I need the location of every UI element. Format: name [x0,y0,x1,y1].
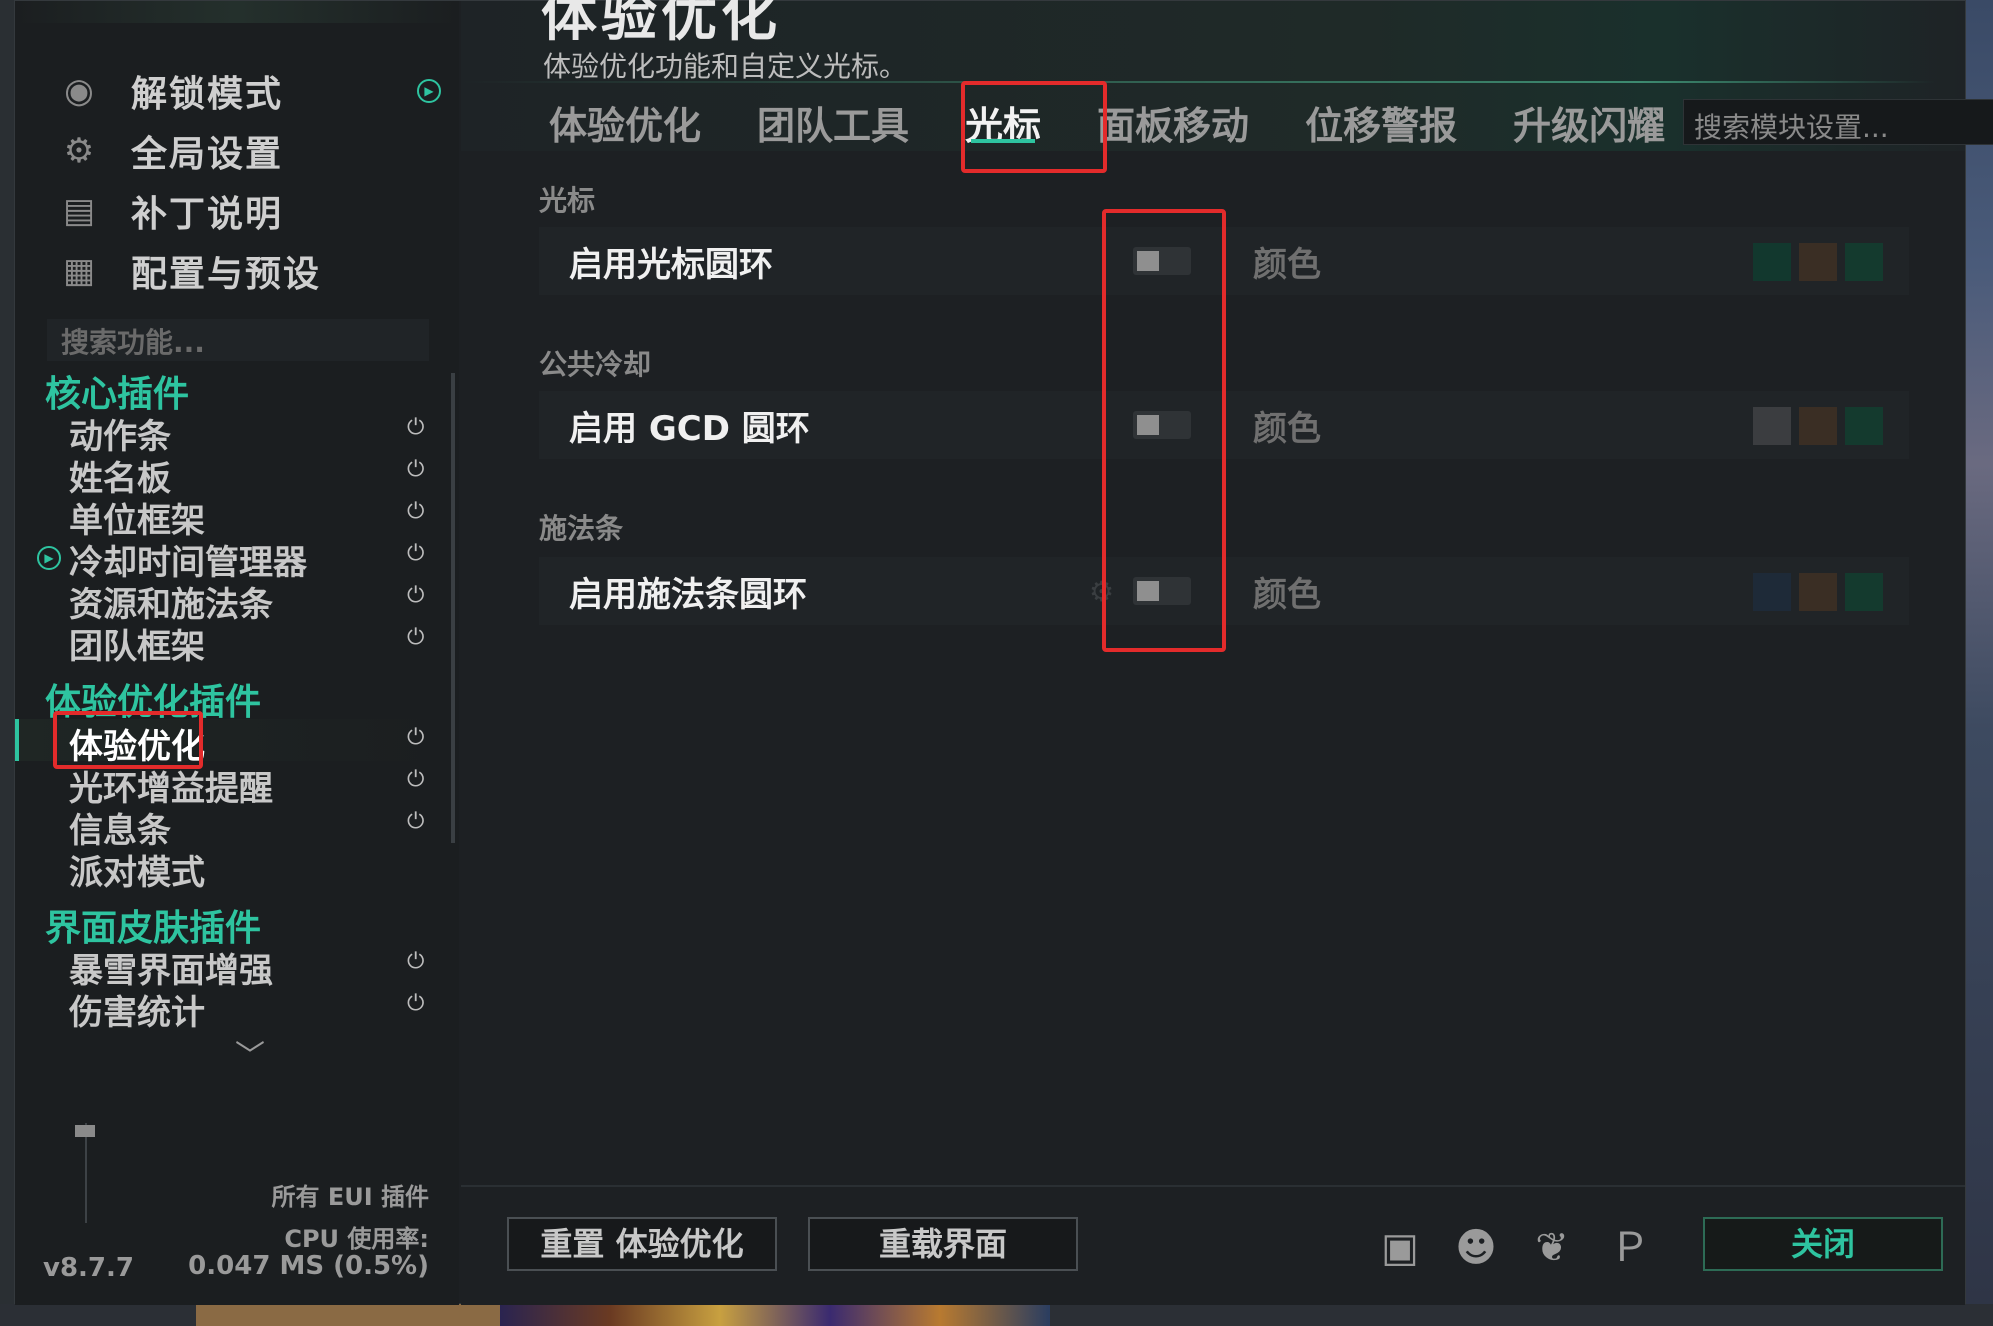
nav-global-settings[interactable]: ⚙ 全局设置 [59,121,321,181]
grid-icon: ▦ [62,251,96,291]
color-swatch[interactable] [1753,243,1791,281]
plugin-item-raidframes[interactable]: 团队框架 ⏻ [15,619,445,667]
plugin-item-unitframes[interactable]: 单位框架 ⏻ [15,493,445,541]
donate-icon[interactable]: ❦ [1527,1223,1577,1273]
power-icon[interactable]: ⏻ [407,725,424,750]
power-icon[interactable]: ⏻ [407,583,424,608]
color-swatch[interactable] [1799,573,1837,611]
gcd-ring-toggle[interactable] [1133,411,1191,439]
color-swatch[interactable] [1753,573,1791,611]
plugin-item-resources[interactable]: 资源和施法条 ⏻ [15,577,445,625]
reload-ui-button[interactable]: 重载界面 [808,1217,1078,1271]
power-icon[interactable]: ⏻ [407,541,424,566]
footer-all-plugins: 所有 EUI 插件 [271,1183,429,1211]
unlock-mode-icon: ◉ [64,71,94,111]
scale-slider-track[interactable] [85,1123,87,1223]
tab-movement-alert[interactable]: 位移警报 [1277,87,1485,157]
setting-row-castbar-ring: 启用施法条圆环 ⚙ 颜色 [539,557,1909,625]
version-label: v8.7.7 [43,1253,134,1283]
chevron-down-icon[interactable]: ﹀ [235,1031,265,1075]
game-background-right [1965,0,1993,1326]
plugin-item-party-mode[interactable]: 派对模式 [15,845,445,893]
plugin-item-infobar[interactable]: 信息条 ⏻ [15,803,445,851]
tab-bar: 体验优化 团队工具 光标 面板移动 位移警报 升级闪耀 [521,87,1693,157]
game-background-bottom [0,1304,1993,1326]
power-icon[interactable]: ⏻ [407,625,424,650]
setting-row-cursor-ring: 启用光标圆环 颜色 [539,227,1909,295]
section-title-cursor: 光标 [539,184,596,217]
twitch-icon[interactable]: ▣ [1375,1223,1425,1273]
sidebar-scrollbar[interactable] [451,373,455,843]
close-button[interactable]: 关闭 [1703,1217,1943,1271]
unlock-mode-play-icon[interactable]: ▶ [417,79,441,103]
color-swatches [1753,573,1883,611]
cursor-ring-toggle[interactable] [1133,247,1191,275]
power-icon[interactable]: ⏻ [407,767,424,792]
sidebar-search-input[interactable]: 搜索功能... [47,319,429,361]
color-swatch[interactable] [1845,407,1883,445]
paypal-icon[interactable]: Ｐ [1605,1223,1655,1273]
category-qol: 体验优化插件 [45,682,262,723]
power-icon[interactable]: ⏻ [407,499,424,524]
color-swatch[interactable] [1845,573,1883,611]
page-subtitle: 体验优化功能和自定义光标。 [543,50,908,83]
color-label: 颜色 [1253,575,1321,615]
options-window: ◉ 解锁模式 ⚙ 全局设置 ▤ 补丁说明 ▦ 配置与预设 ▶ 搜索功能... 核… [14,0,1993,1305]
notes-icon: ▤ [62,191,96,231]
tab-raid-tools[interactable]: 团队工具 [729,87,937,157]
setting-row-gcd-ring: 启用 GCD 圆环 颜色 [539,391,1909,459]
power-icon[interactable]: ⏻ [407,949,424,974]
plugin-item-aura-reminder[interactable]: 光环增益提醒 ⏻ [15,761,445,809]
tab-panel-move[interactable]: 面板移动 [1069,87,1277,157]
power-icon[interactable]: ⏻ [407,991,424,1016]
color-swatch[interactable] [1753,407,1791,445]
color-swatches [1753,407,1883,445]
plugin-item-cooldown-manager[interactable]: ▶ 冷却时间管理器 ⏻ [15,535,445,583]
color-swatches [1753,243,1883,281]
gear-icon[interactable]: ⚙ [1089,575,1119,608]
nav-profiles[interactable]: ▦ 配置与预设 [59,241,321,301]
discord-icon[interactable]: ☻ [1451,1223,1501,1273]
setting-label: 启用光标圆环 [569,245,773,285]
content-panel: 体验优化 体验优化功能和自定义光标。 体验优化 团队工具 光标 面板移动 位移警… [461,0,1993,1305]
tab-cursor[interactable]: 光标 [937,87,1069,157]
color-swatch[interactable] [1799,243,1837,281]
module-search-input[interactable]: 搜索模块设置... [1683,99,1993,145]
color-label: 颜色 [1253,409,1321,449]
tab-qol[interactable]: 体验优化 [521,87,729,157]
play-icon[interactable]: ▶ [37,546,61,570]
scale-slider-knob[interactable] [75,1125,95,1137]
section-title-castbar: 施法条 [539,512,624,545]
sidebar: ◉ 解锁模式 ⚙ 全局设置 ▤ 补丁说明 ▦ 配置与预设 ▶ 搜索功能... 核… [15,1,459,1305]
power-icon[interactable]: ⏻ [407,809,424,834]
color-swatch[interactable] [1799,407,1837,445]
castbar-ring-toggle[interactable] [1133,577,1191,605]
footer-cpu-value: 0.047 MS (0.5%) [188,1251,429,1281]
plugin-item-nameplates[interactable]: 姓名板 ⏻ [15,451,445,499]
section-title-gcd: 公共冷却 [539,348,652,381]
footer-cpu-label: CPU 使用率: [284,1225,429,1253]
gear-icon: ⚙ [63,131,95,171]
tab-level-up[interactable]: 升级闪耀 [1485,87,1693,157]
plugin-item-qol[interactable]: 体验优化 ⏻ [15,719,445,767]
setting-label: 启用 GCD 圆环 [569,409,810,449]
power-icon[interactable]: ⏻ [407,415,424,440]
sidebar-nav: ◉ 解锁模式 ⚙ 全局设置 ▤ 补丁说明 ▦ 配置与预设 [59,61,321,301]
nav-unlock-mode[interactable]: ◉ 解锁模式 [59,61,321,121]
setting-label: 启用施法条圆环 [569,575,807,615]
power-icon[interactable]: ⏻ [407,457,424,482]
plugin-item-blizzard-enhance[interactable]: 暴雪界面增强 ⏻ [15,943,445,991]
reset-button[interactable]: 重置 体验优化 [507,1217,777,1271]
plugin-item-actionbars[interactable]: 动作条 ⏻ [15,409,445,457]
color-swatch[interactable] [1845,243,1883,281]
nav-patch-notes[interactable]: ▤ 补丁说明 [59,181,321,241]
plugin-item-damage-meter[interactable]: 伤害统计 ⏻ [15,985,445,1033]
color-label: 颜色 [1253,245,1321,285]
